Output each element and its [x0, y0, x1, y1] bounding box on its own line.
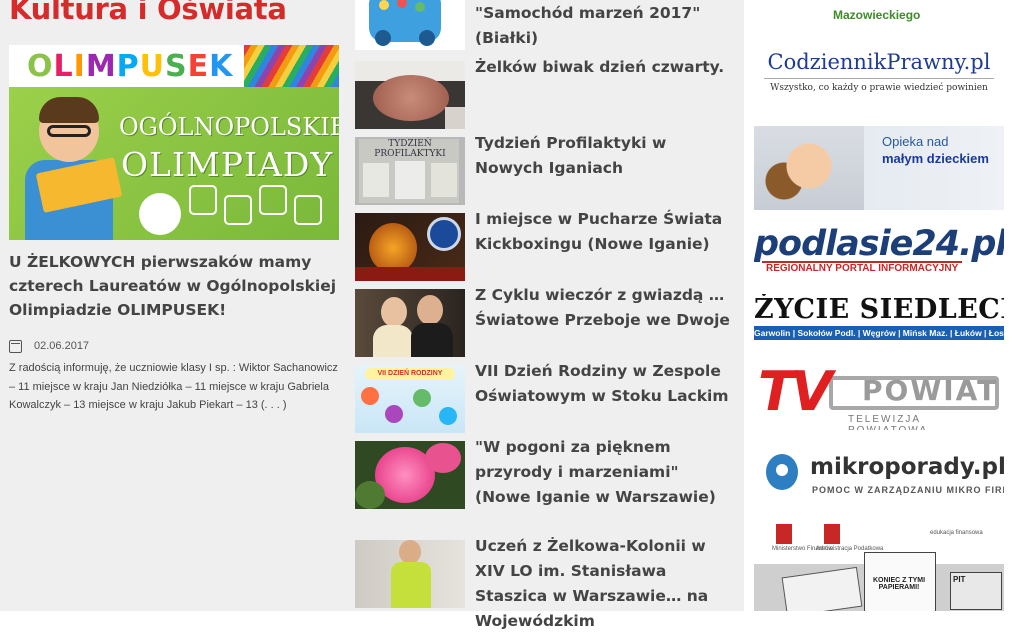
featured-article-title[interactable]: U ŻELKOWYCH pierwszaków mamy czterech La…: [9, 250, 339, 322]
microscope-icon: [259, 185, 287, 215]
article-thumbnail-board[interactable]: TYDZIEŃ PROFILAKTYKI: [355, 137, 465, 205]
featured-date-row: 02.06.2017: [9, 337, 89, 355]
sidebar-region-text[interactable]: Mazowieckiego: [833, 8, 920, 22]
opieka-line2: małym dzieckiem: [882, 151, 989, 166]
article-item[interactable]: Żelków biwak dzień czwarty.: [355, 58, 735, 131]
article-thumbnail-food[interactable]: [355, 61, 465, 129]
zycie-siedleckie-subtitle: Garwolin | Sokołów Podl. | Węgrów | Mińs…: [754, 326, 1004, 340]
mikroporady-icon: [766, 454, 798, 490]
article-title[interactable]: I miejsce w Pucharze Świata Kickboxingu …: [475, 207, 735, 257]
ad-podlasie24[interactable]: podlasie24.pl REGIONALNY PORTAL INFORMAC…: [754, 226, 1004, 274]
tv-powiat-subtitle: TELEWIZJA POWIATOWA: [848, 414, 926, 430]
mikroporady-subtitle: POMOC W ZARZĄDZANIU MIKRO FIRMĄ: [812, 485, 1004, 495]
article-item[interactable]: VII DZIEŃ RODZINY VII Dzień Rodziny w Ze…: [355, 362, 735, 435]
administracja-podatkowa-icon: [824, 524, 840, 544]
article-item[interactable]: TYDZIEŃ PROFILAKTYKI Tydzień Profilaktyk…: [355, 134, 735, 207]
child-hair: [39, 97, 99, 123]
ad-edukacja-finansowa[interactable]: Ministerstwo Finansów Administracja Poda…: [754, 518, 1004, 611]
featured-excerpt: Z radością informuję, że uczniowie klasy…: [9, 362, 338, 412]
brand-letter: E: [187, 49, 210, 84]
codziennik-logo: CodziennikPrawny.pl: [767, 50, 991, 74]
section-title[interactable]: Kultura i Oświata: [9, 0, 287, 26]
ad-opieka[interactable]: Opieka nad małym dzieckiem: [754, 126, 1004, 210]
ad-tv-powiat[interactable]: TV POWIAT TELEWIZJA POWIATOWA: [754, 356, 1004, 430]
article-title[interactable]: Tydzień Profilaktyki w Nowych Iganiach: [475, 131, 735, 181]
pit-form-icon: PIT: [950, 572, 1002, 610]
podlasie24-subtitle: REGIONALNY PORTAL INFORMACYJNY: [762, 261, 963, 274]
featured-image-line1: OGÓLNOPOLSKIE: [119, 113, 339, 141]
brand-letter: I: [73, 49, 86, 84]
article-title[interactable]: Uczeń z Żelkowa-Kolonii w XIV LO im. Sta…: [475, 534, 735, 634]
brand-letter: L: [53, 49, 74, 84]
brand-letter: U: [139, 49, 166, 84]
zycie-siedleckie-logo: ŻYCIE SIEDLECKIE: [754, 294, 1004, 325]
glasses-icon: [47, 125, 91, 137]
article-item[interactable]: I miejsce w Pucharze Świata Kickboxingu …: [355, 210, 735, 283]
ad-codziennik-prawny[interactable]: CodziennikPrawny.pl Wszystko, co każdy o…: [754, 46, 1004, 104]
tv-powiat-name: POWIAT: [862, 374, 999, 407]
article-thumbnail-flower[interactable]: [355, 441, 465, 509]
family-day-banner: VII DZIEŃ RODZINY: [365, 368, 455, 380]
tv-logo-mark: TV: [758, 360, 833, 423]
ad-mikroporady[interactable]: mikroporady.pl POMOC W ZARZĄDZANIU MIKRO…: [754, 450, 1004, 500]
article-item[interactable]: Konkurs plastyczny "Samochód marzeń 2017…: [355, 0, 735, 52]
book-text: KONIEC Z TYMI PAPIERAMI!: [872, 577, 926, 591]
featured-image-line2: OLIMPIADY: [121, 145, 334, 184]
featured-date: 02.06.2017: [34, 340, 90, 352]
calendar-icon: [9, 339, 22, 353]
mikroporady-logo: mikroporady.pl: [810, 454, 1004, 480]
article-thumbnail-car[interactable]: [355, 0, 465, 50]
article-item[interactable]: "W pogoni za pięknem przyrody i marzenia…: [355, 438, 735, 511]
article-thumbnail-family-day[interactable]: VII DZIEŃ RODZINY: [355, 365, 465, 433]
article-thumbnail-kickboxing[interactable]: [355, 213, 465, 281]
ministerstwo-finansow-icon: [776, 524, 792, 544]
tree-icon: [139, 193, 181, 235]
olimpusek-logo: OLIMPUSEK: [27, 49, 233, 84]
pencils-graphic: [244, 45, 339, 87]
article-title[interactable]: Z Cyklu wieczór z gwiazdą … Światowe Prz…: [475, 283, 735, 333]
featured-image[interactable]: OLIMPUSEK OGÓLNOPOLSKIE OLIMPIADY: [9, 45, 339, 240]
article-title[interactable]: VII Dzień Rodziny w Zespole Oświatowym w…: [475, 359, 735, 409]
document-icon: [781, 566, 863, 611]
flask-icon: [294, 195, 322, 225]
gov-item-3: edukacja finansowa: [930, 530, 983, 536]
baby-photo: [754, 126, 864, 210]
article-title[interactable]: Konkurs plastyczny "Samochód marzeń 2017…: [475, 0, 735, 51]
article-title[interactable]: Żelków biwak dzień czwarty.: [475, 55, 735, 80]
article-thumbnail-student[interactable]: [355, 540, 465, 608]
codziennik-divider: [764, 78, 994, 79]
article-title[interactable]: "W pogoni za pięknem przyrody i marzenia…: [475, 435, 735, 510]
opieka-line1: Opieka nad: [882, 134, 949, 149]
article-item[interactable]: Uczeń z Żelkowa-Kolonii w XIV LO im. Sta…: [355, 537, 735, 630]
brand-letter: O: [27, 49, 54, 84]
podlasie24-logo: podlasie24.pl: [754, 226, 1004, 264]
brand-letter: S: [165, 49, 188, 84]
article-item[interactable]: Z Cyklu wieczór z gwiazdą … Światowe Prz…: [355, 286, 735, 359]
brand-letter: K: [209, 49, 234, 84]
pit-label: PIT: [953, 575, 966, 584]
book-icon: KONIEC Z TYMI PAPIERAMI!: [864, 552, 936, 611]
codziennik-tagline: Wszystko, co każdy o prawie wiedzieć pow…: [770, 83, 988, 93]
brand-letter: M: [85, 49, 117, 84]
chemistry-icon: [224, 195, 252, 225]
board-text: TYDZIEŃ PROFILAKTYKI: [374, 139, 446, 159]
puzzle-icon: [189, 185, 217, 215]
brand-letter: P: [116, 49, 140, 84]
ad-zycie-siedleckie[interactable]: ŻYCIE SIEDLECKIE Garwolin | Sokołów Podl…: [754, 294, 1004, 340]
article-thumbnail-couple[interactable]: [355, 289, 465, 357]
